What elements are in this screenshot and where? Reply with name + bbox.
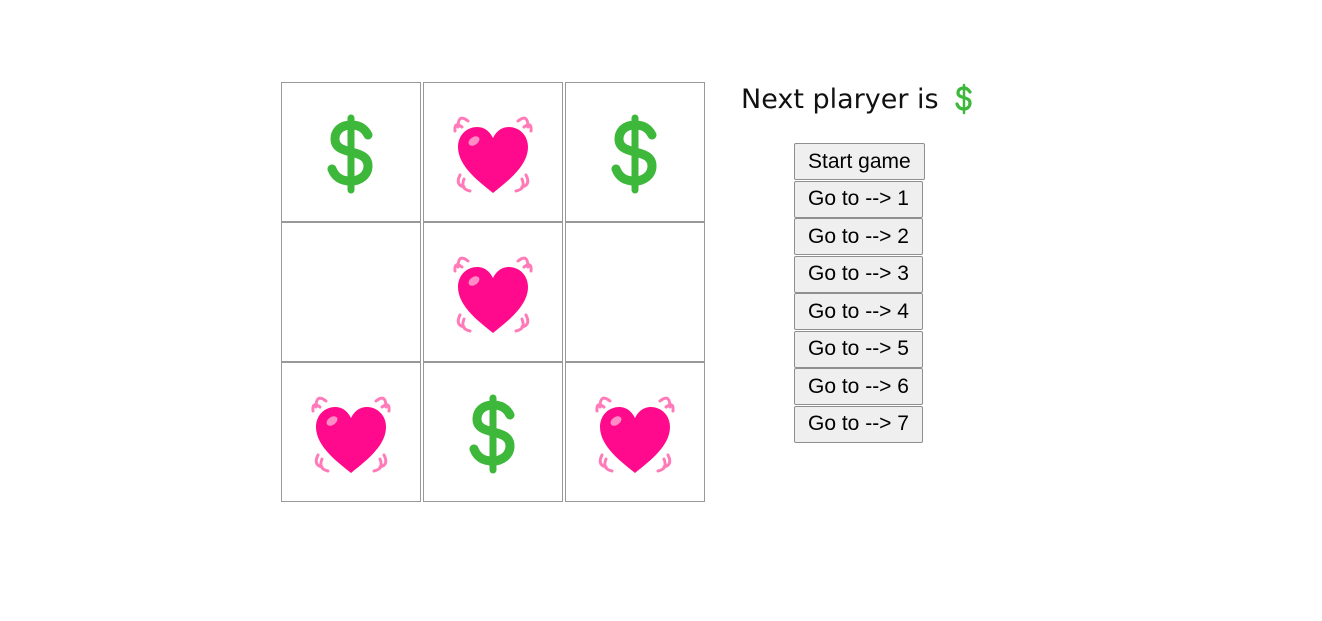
go-to-move-7-button[interactable]: Go to --> 7: [794, 405, 923, 443]
dollar-sign-icon: [611, 114, 657, 194]
board-cell-7[interactable]: [423, 362, 563, 502]
board-cell-6[interactable]: [281, 362, 421, 502]
beating-heart-icon: [453, 116, 533, 193]
dollar-sign-icon: [955, 83, 972, 115]
board-cell-0[interactable]: [281, 82, 421, 222]
move-history-item: Go to --> 3: [794, 255, 925, 294]
status-text: Next plaryer is: [741, 83, 939, 115]
move-history-item: Go to --> 6: [794, 368, 925, 406]
next-player-dollar-icon: [953, 82, 975, 116]
go-to-move-6-button[interactable]: Go to --> 6: [794, 368, 923, 405]
move-history-item: Go to --> 7: [794, 405, 925, 444]
go-to-move-1-button[interactable]: Go to --> 1: [794, 180, 923, 218]
board-cell-3[interactable]: [281, 222, 421, 362]
dollar-sign-icon: [327, 114, 373, 194]
move-history-item: Go to --> 1: [794, 180, 925, 219]
game-board: [281, 82, 705, 502]
board-cell-5[interactable]: [565, 222, 705, 362]
game-status: Next plaryer is: [741, 80, 975, 118]
board-cell-1[interactable]: [423, 82, 563, 222]
dollar-sign-icon: [469, 394, 515, 474]
move-history-item: Start game: [794, 143, 925, 181]
beating-heart-icon: [453, 256, 533, 333]
go-to-move-2-button[interactable]: Go to --> 2: [794, 218, 923, 255]
move-history-item: Go to --> 4: [794, 293, 925, 331]
go-to-move-5-button[interactable]: Go to --> 5: [794, 330, 923, 368]
tic-tac-toe-app: Next plaryer is Start game Go to --> 1 G…: [0, 0, 1322, 621]
start-game-button[interactable]: Start game: [794, 143, 925, 180]
beating-heart-icon: [311, 396, 391, 473]
board-cell-2[interactable]: [565, 82, 705, 222]
move-history-item: Go to --> 2: [794, 218, 925, 256]
go-to-move-4-button[interactable]: Go to --> 4: [794, 293, 923, 330]
move-history-list: Start game Go to --> 1 Go to --> 2 Go to…: [794, 143, 925, 443]
board-cell-4[interactable]: [423, 222, 563, 362]
beating-heart-icon: [595, 396, 675, 473]
go-to-move-3-button[interactable]: Go to --> 3: [794, 255, 923, 293]
move-history-item: Go to --> 5: [794, 330, 925, 369]
board-cell-8[interactable]: [565, 362, 705, 502]
